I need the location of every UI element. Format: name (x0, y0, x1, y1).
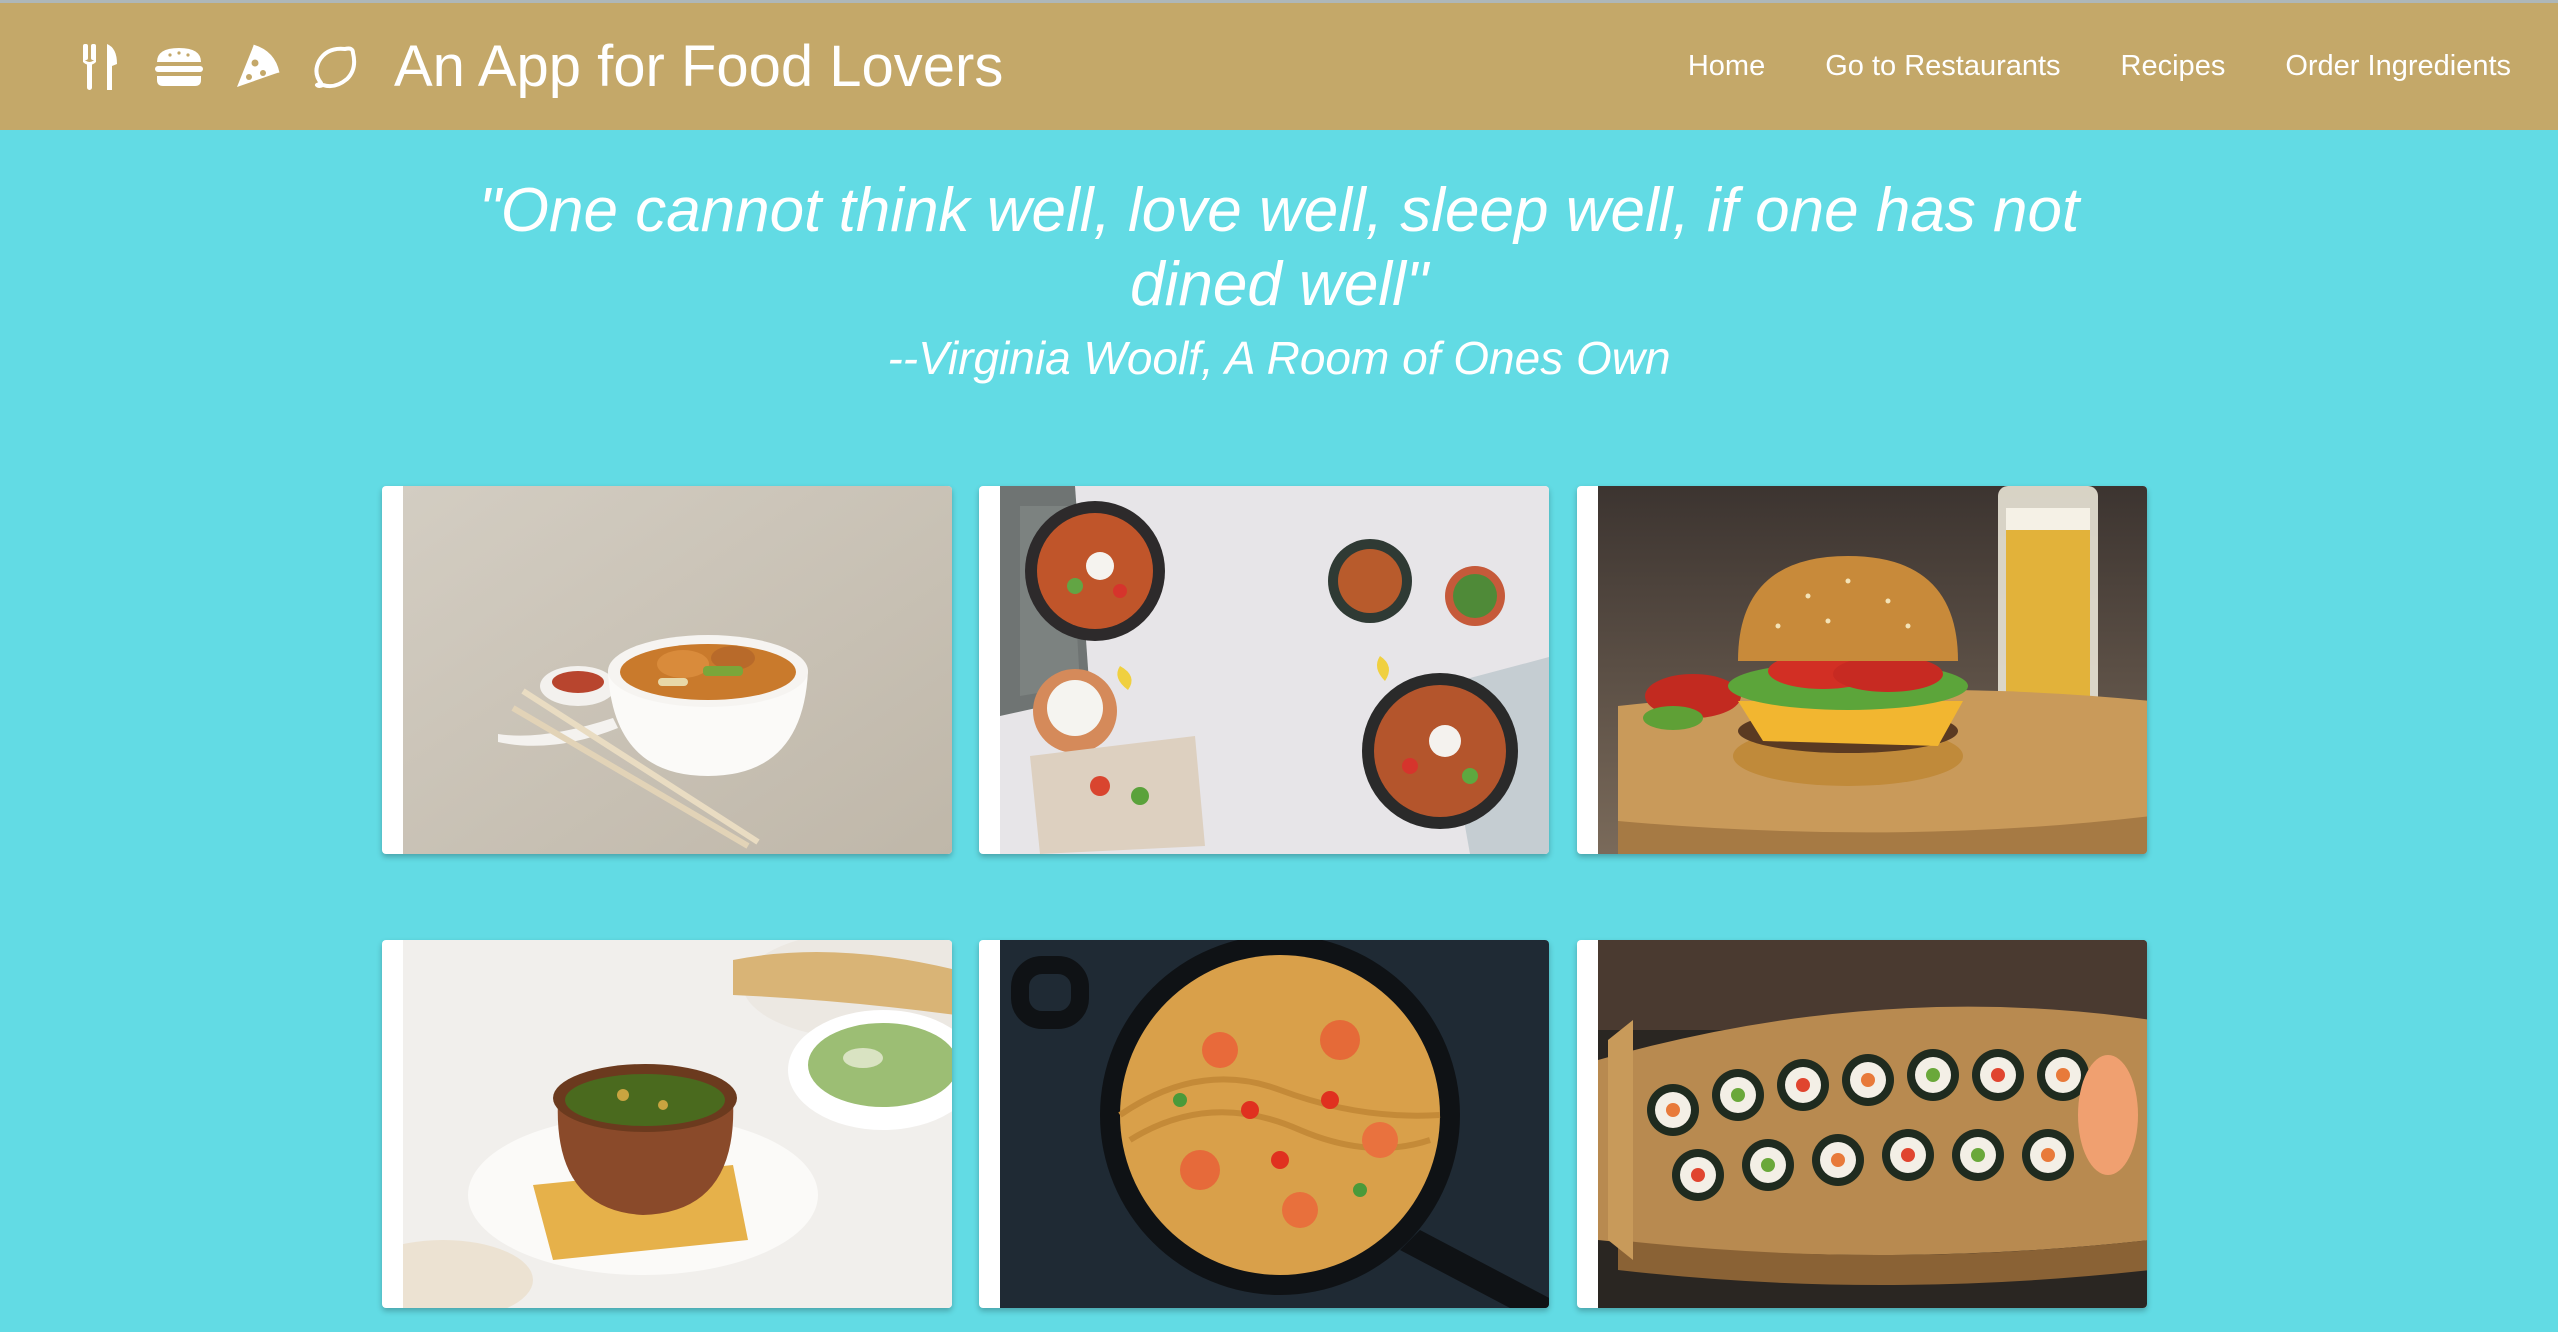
nav-recipes-link[interactable]: Recipes (2121, 50, 2226, 83)
food-card[interactable] (382, 940, 952, 1308)
lemon-icon (308, 39, 362, 95)
nav-home-link[interactable]: Home (1688, 50, 1765, 83)
pizza-icon (230, 39, 284, 95)
loaded-fries-photo (1000, 486, 1549, 854)
quote-block: "One cannot think well, love well, sleep… (330, 174, 2228, 386)
nav-restaurants-link[interactable]: Go to Restaurants (1825, 50, 2060, 83)
app-title: An App for Food Lovers (394, 34, 1004, 99)
nav-order-ingredients-link[interactable]: Order Ingredients (2285, 50, 2511, 83)
top-navbar: An App for Food Lovers Home Go to Restau… (0, 0, 2558, 130)
quote-text: "One cannot think well, love well, sleep… (478, 176, 2080, 319)
sushi-boat-photo (1598, 940, 2147, 1308)
curry-photo (403, 940, 952, 1308)
food-card[interactable] (979, 486, 1549, 854)
fork-knife-icon (74, 39, 128, 95)
noodle-soup-photo (403, 486, 952, 854)
main-content: "One cannot think well, love well, sleep… (0, 130, 2558, 1332)
quote-author: --Virginia Woolf, A Room of Ones Own (887, 332, 1671, 384)
nav-links: Home Go to Restaurants Recipes Order Ing… (1628, 3, 2511, 130)
food-card[interactable] (979, 940, 1549, 1308)
burger-icon (152, 39, 206, 95)
brand[interactable]: An App for Food Lovers (74, 33, 1003, 100)
burger-photo (1598, 486, 2147, 854)
food-card[interactable] (1577, 940, 2147, 1308)
shrimp-pasta-photo (1000, 940, 1549, 1308)
food-card[interactable] (382, 486, 952, 854)
food-card[interactable] (1577, 486, 2147, 854)
